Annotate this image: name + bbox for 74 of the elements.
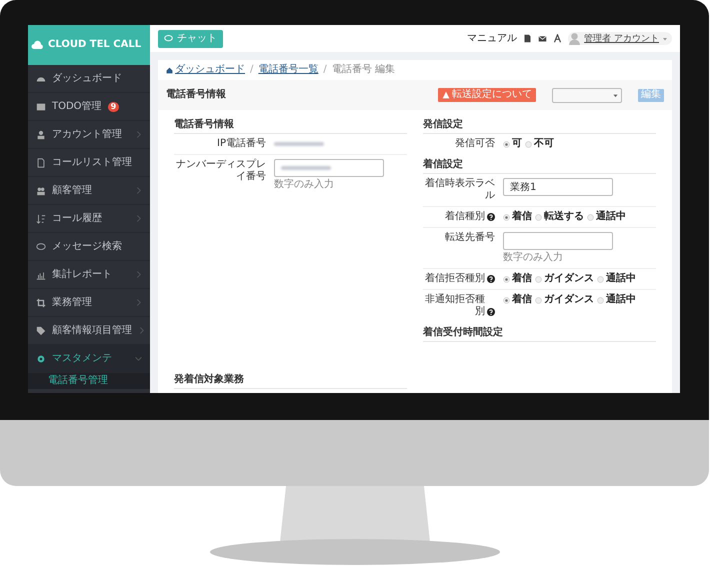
sidebar-item[interactable]: コール履歴 [28,205,150,233]
radio-option[interactable]: 可 [503,138,522,150]
envelope-icon [538,34,548,43]
field-label: 着信拒否種別 [425,273,485,285]
radio-option[interactable]: 着信 [503,211,532,223]
sidebar-item[interactable]: メッセージ検索 [28,233,150,261]
help-icon [487,275,495,283]
count-badge: 9 [108,102,120,112]
sort-icon [36,214,46,224]
field-label: 着信種別 [445,211,485,223]
document-icon [523,34,532,43]
section-title: 電話番号情報 [174,116,407,134]
document-icon [36,158,46,168]
panel-title: 電話番号情報 [166,89,226,101]
cloud-icon [31,39,43,51]
warning-icon [442,91,450,99]
home-icon [166,66,173,74]
user-menu[interactable]: 管理者 アカウント [568,32,672,45]
section-title: 発着信対象業務 [174,371,407,389]
field-label: 非通知拒否種別 [424,294,485,318]
field-label: IP電話番号 [217,138,266,150]
radio-option[interactable]: 着信 [503,294,532,306]
radio-option[interactable]: 転送する [535,211,584,223]
redacted-text [281,166,331,170]
sidebar-item[interactable]: コールリスト管理 [28,149,150,177]
input-field[interactable] [274,159,384,177]
sidebar-item[interactable]: 業務管理 [28,289,150,317]
breadcrumb-separator: / [323,64,327,76]
breadcrumb-link[interactable]: ダッシュボード [166,64,245,76]
app-logo: CLOUD TEL CALL [48,39,142,51]
manual-link[interactable]: マニュアル [467,32,518,44]
sidebar-item[interactable]: ダッシュボード [28,65,150,93]
radio-option[interactable]: 不可 [525,138,554,150]
breadcrumb-separator: / [250,64,254,76]
radio-option[interactable]: 着信 [503,273,532,285]
section-title: 発信設定 [423,116,656,134]
help-icon [487,213,495,221]
sidebar-item[interactable]: 集計レポート [28,261,150,289]
breadcrumb-current: 電話番号 編集 [332,64,395,76]
bar-chart-icon [36,270,46,280]
sidebar-item[interactable]: 顧客管理 [28,177,150,205]
radio-option[interactable]: 通話中 [597,294,636,306]
field-label: 発信可否 [455,138,495,150]
submenu-item[interactable]: 電話番号管理 [28,373,150,389]
speech-bubble-icon [164,34,173,43]
caret-icon [662,36,668,42]
sidebar-item[interactable]: アカウント管理 [28,121,150,149]
radio-option[interactable]: 通話中 [597,273,636,285]
radio-option[interactable]: 通話中 [587,211,626,223]
gear-icon [36,354,46,364]
section-title: 着信設定 [423,156,656,174]
caret-icon [613,92,618,98]
tag-icon [36,326,46,336]
speech-bubble-icon [36,242,46,252]
person-icon [36,130,46,140]
crop-icon [36,298,46,308]
input-field[interactable]: 業務1 [503,178,613,196]
field-label: ナンバーディスプレイ番号 [175,159,266,183]
breadcrumb-link[interactable]: 電話番号一覧 [258,64,318,76]
hint-text: 数字のみ入力 [274,179,335,191]
radio-option[interactable]: ガイダンス [535,294,594,306]
sidebar-item[interactable]: マスタメンテ [28,345,150,373]
field-label: 転送先番号 [445,232,495,244]
field-label: 着信時表示ラベル [424,178,495,202]
avatar-icon [568,32,582,45]
help-icon [487,308,495,316]
radio-option[interactable]: ガイダンス [535,273,594,285]
input-field[interactable] [503,232,613,250]
sidebar-item[interactable]: TODO管理 9 [28,93,150,121]
select-field[interactable] [552,88,622,102]
font-size-icon [553,34,562,43]
hint-text: 数字のみ入力 [503,252,564,264]
section-title: 着信受付時間設定 [423,324,656,342]
people-icon [36,186,46,196]
